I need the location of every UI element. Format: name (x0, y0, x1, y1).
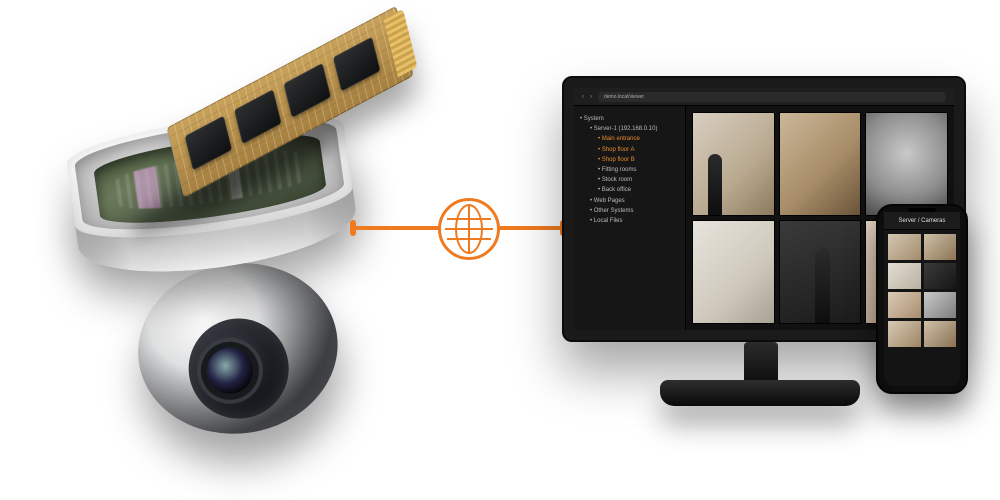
tree-item[interactable]: • System (580, 114, 679, 124)
chevron-right-icon[interactable]: › (590, 94, 592, 100)
mobile-thumbnail[interactable] (888, 321, 921, 347)
globe-icon (438, 198, 500, 260)
mobile-app-header: Server / Cameras (884, 212, 960, 230)
tree-item[interactable]: • Local Files (580, 216, 679, 226)
tree-item[interactable]: • Other Systems (580, 206, 679, 216)
tree-item[interactable]: • Web Pages (580, 196, 679, 206)
video-tile[interactable] (692, 112, 775, 216)
mobile-phone: Server / Cameras (876, 204, 968, 394)
mobile-thumbnail[interactable] (924, 321, 957, 347)
nand-chip (284, 63, 331, 118)
chevron-left-icon[interactable]: ‹ (582, 94, 584, 100)
video-tile[interactable] (779, 112, 862, 216)
mobile-thumbnail[interactable] (924, 263, 957, 289)
tree-item[interactable]: • Back office (580, 185, 679, 195)
mobile-thumbnail[interactable] (888, 292, 921, 318)
tree-item[interactable]: • Server-1 (192.168.0.10) (580, 124, 679, 134)
browser-topbar: ‹ › demo.local/viewer (574, 88, 954, 106)
mobile-thumbnail[interactable] (924, 292, 957, 318)
tree-item[interactable]: • Shop floor B (580, 155, 679, 165)
tree-item[interactable]: • Fitting rooms (580, 165, 679, 175)
nand-chip (234, 89, 281, 144)
tree-item[interactable]: • Stock room (580, 175, 679, 185)
mobile-thumbnail-grid[interactable] (884, 230, 960, 386)
ssd-edge-connector (383, 9, 417, 77)
mobile-thumbnail[interactable] (888, 263, 921, 289)
monitor-stand-base (660, 380, 860, 406)
tree-item[interactable]: • Shop floor A (580, 145, 679, 155)
video-tile[interactable] (779, 220, 862, 324)
camera-tree-panel[interactable]: • System• Server-1 (192.168.0.10)• Main … (574, 106, 686, 330)
nand-chip (333, 37, 380, 92)
video-tile[interactable] (692, 220, 775, 324)
mobile-thumbnail[interactable] (888, 234, 921, 260)
video-tile[interactable] (865, 112, 948, 216)
nand-chip (185, 116, 232, 171)
connector-line-right (500, 226, 562, 230)
address-bar[interactable]: demo.local/viewer (598, 92, 946, 102)
mobile-app-screen: Server / Cameras (884, 212, 960, 386)
tree-item[interactable]: • Main entrance (580, 134, 679, 144)
mobile-thumbnail[interactable] (924, 234, 957, 260)
dome-camera-assembly (35, 40, 405, 461)
